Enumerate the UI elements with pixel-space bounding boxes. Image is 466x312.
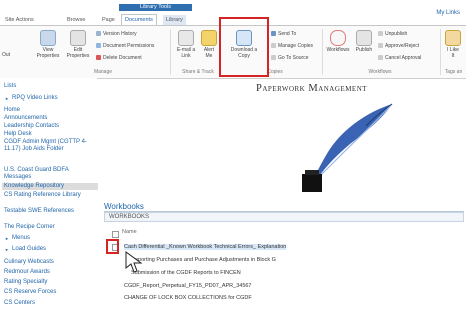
my-links-menu[interactable]: My Links	[436, 10, 460, 16]
send-icon	[271, 31, 276, 37]
delete-icon	[96, 55, 101, 61]
nav-rating-specialty[interactable]: Rating Specialty	[4, 279, 96, 286]
document-permissions-button[interactable]: Document Permissions	[96, 43, 154, 49]
nav-help-desk[interactable]: Help Desk	[4, 131, 96, 138]
properties-icon	[40, 30, 56, 46]
group-label-tags: Tags an	[444, 69, 463, 75]
cancel-icon	[378, 55, 383, 61]
alert-me-button[interactable]: Alert Me	[200, 30, 218, 59]
email-icon	[178, 30, 194, 46]
edit-icon	[70, 30, 86, 46]
table-row[interactable]: CGDF_Report_Perpetual_FY15_PD07_APR_3456…	[124, 283, 252, 289]
separator	[170, 29, 171, 75]
group-label-manage: Manage	[93, 69, 113, 75]
history-icon	[96, 31, 101, 37]
workflows-button[interactable]: Workflows	[324, 30, 352, 53]
bullet-icon: ►	[5, 236, 9, 241]
page-title: Paperwork Management	[256, 83, 368, 94]
copies-icon	[271, 43, 276, 49]
workbooks-webpart-title: WORKBOOKS	[104, 212, 464, 222]
approve-icon	[378, 43, 383, 49]
alert-bell-icon	[201, 30, 217, 46]
library-tools-header: Library Tools	[119, 4, 192, 11]
column-header-name[interactable]: Name	[122, 229, 137, 235]
manage-copies-button[interactable]: Manage Copies	[271, 43, 313, 49]
tab-browse[interactable]: Browse	[64, 15, 88, 25]
email-link-button[interactable]: E-mail a Link	[174, 30, 198, 59]
nav-redmour-awards[interactable]: Redmour Awards	[4, 269, 96, 276]
table-row[interactable]: Submission of the CGDF Reports to FINCEN	[131, 270, 241, 276]
nav-announcements[interactable]: Announcements	[4, 115, 96, 122]
nav-load-guides[interactable]: ► Load Guides	[5, 246, 104, 253]
version-history-button[interactable]: Version History	[96, 31, 137, 37]
nav-testable-swe-references[interactable]: Testable SWE References	[4, 208, 96, 215]
publish-icon	[356, 30, 372, 46]
mouse-cursor-icon	[125, 251, 143, 273]
view-properties-button[interactable]: View Properties	[34, 30, 62, 59]
workflow-icon	[330, 30, 346, 46]
nav-knowledge-repository[interactable]: Knowledge Repository	[2, 183, 98, 190]
unpublish-button[interactable]: Unpublish	[378, 31, 407, 37]
nav-cs-rating-reference-library[interactable]: CS Rating Reference Library	[4, 192, 96, 199]
left-navigation: Lists ► RPQ Video Links Home Announcement…	[0, 78, 98, 312]
nav-uscg-bdfa-messages[interactable]: U.S. Coast Guard BDFA Messages	[4, 167, 96, 181]
unpublish-icon	[378, 31, 383, 37]
group-label-share-track: Share & Track	[182, 69, 214, 75]
nav-cs-centers[interactable]: CS Centers	[4, 300, 96, 307]
quill-feather-icon	[302, 103, 393, 192]
edit-properties-button[interactable]: Edit Properties	[64, 30, 92, 59]
nav-recipe-corner[interactable]: The Recipe Corner	[4, 224, 96, 231]
out-button[interactable]: Out	[2, 52, 10, 58]
nav-leadership-contacts[interactable]: Leadership Contacts	[4, 123, 96, 130]
publish-button[interactable]: Publish	[354, 30, 374, 53]
source-icon	[271, 55, 276, 61]
nav-home[interactable]: Home	[4, 107, 96, 114]
table-row[interactable]: Cash Differential _Known Workbook Techni…	[124, 244, 287, 250]
send-to-button[interactable]: Send To	[271, 31, 296, 37]
nav-cgdf-admin-mgmt[interactable]: CGDF Admin Mgmt (CGTTP 4-11.17) Job Aids…	[4, 139, 96, 153]
i-like-it-button[interactable]: I Like It	[443, 30, 463, 59]
permissions-icon	[96, 43, 101, 49]
delete-document-button[interactable]: Delete Document	[96, 55, 142, 61]
nav-lists[interactable]: Lists	[4, 83, 96, 90]
thumbs-up-icon	[445, 30, 461, 46]
main-content: Paperwork Management Workbooks WORKBOOKS…	[98, 78, 466, 312]
go-to-source-button[interactable]: Go To Source	[271, 55, 308, 61]
workbooks-heading: Workbooks	[104, 202, 144, 211]
tab-page[interactable]: Page	[99, 15, 118, 25]
bullet-icon: ►	[5, 96, 9, 101]
tab-site-actions[interactable]: Site Actions	[2, 15, 37, 25]
group-label-workflows: Workflows	[368, 69, 392, 75]
nav-rpq-video-links[interactable]: ► RPQ Video Links	[5, 95, 104, 102]
ink-bottle	[302, 174, 322, 192]
tab-documents[interactable]: Documents	[121, 14, 157, 25]
download-copy-highlight	[219, 17, 269, 77]
nav-cs-reserve-forces[interactable]: CS Reserve Forces	[4, 289, 96, 296]
table-row[interactable]: CHANGE OF LOCK BOX COLLECTIONS for CGDF	[124, 295, 252, 301]
row-checkbox-highlight	[106, 239, 119, 254]
separator	[322, 29, 323, 75]
approve-reject-button[interactable]: Approve/Reject	[378, 43, 419, 49]
nav-culinary-webcasts[interactable]: Culinary Webcasts	[4, 259, 96, 266]
cancel-approval-button[interactable]: Cancel Approval	[378, 55, 421, 61]
tab-library[interactable]: Library	[163, 15, 186, 25]
table-row[interactable]: Reporting Purchases and Purchase Adjustm…	[131, 257, 276, 263]
select-all-checkbox[interactable]	[112, 231, 119, 238]
nav-menus[interactable]: ► Menus	[5, 235, 104, 242]
bullet-icon: ►	[5, 247, 9, 252]
